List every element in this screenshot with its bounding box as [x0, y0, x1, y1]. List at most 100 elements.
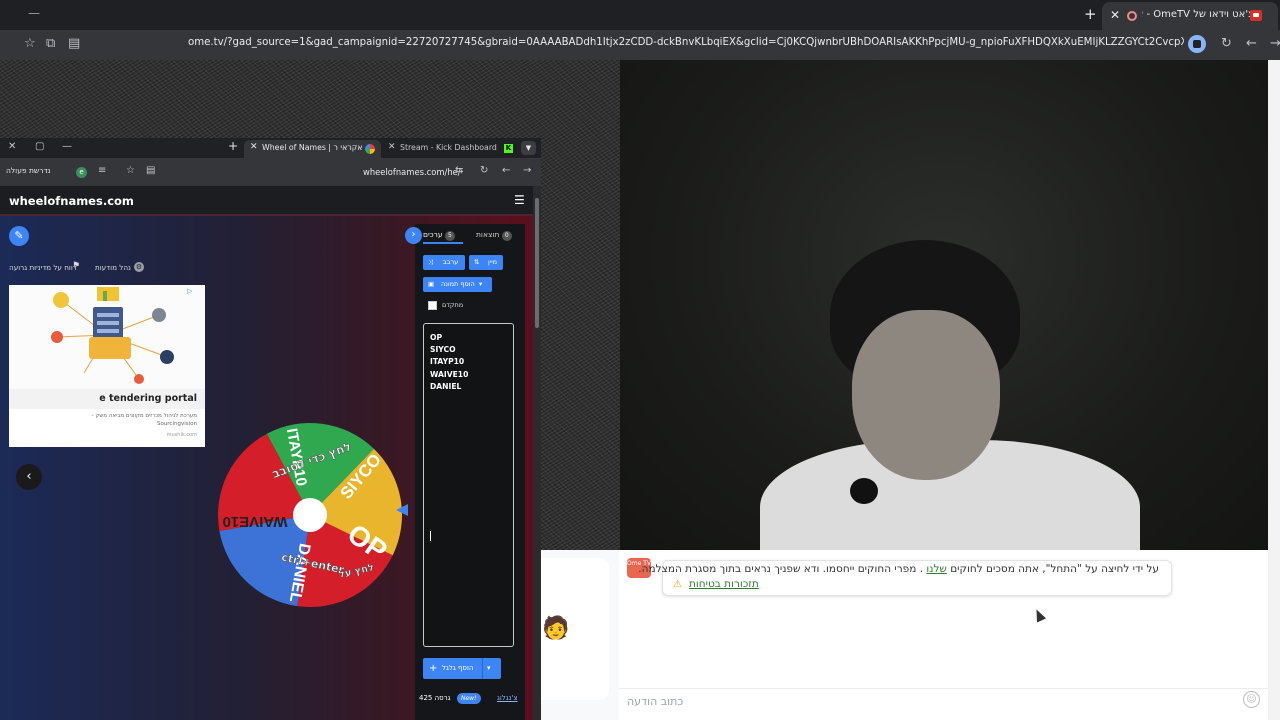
new-tab-icon[interactable]: + [228, 139, 238, 153]
wheel-center[interactable] [293, 498, 327, 532]
close-icon[interactable]: ✕ [388, 142, 396, 152]
edit-pencil-icon[interactable]: ✎ [9, 226, 29, 246]
new-badge: New! [457, 693, 481, 704]
emoji-icon[interactable]: ☺ [1243, 691, 1260, 708]
advanced-label: מתקדם [442, 301, 464, 309]
profile-avatar[interactable]: e [76, 167, 87, 178]
ad-banner[interactable]: ▷ e tendering portal מערכת לניהול מכרזים… [9, 285, 205, 447]
tab-title: Stream - Kick Dashboard [400, 143, 497, 152]
tab-wheel-of-names[interactable]: ✕ Wheel of Names | ‏שם אקראי ר [244, 140, 381, 158]
entry-line[interactable]: OP [430, 333, 442, 342]
sort-button[interactable]: ⇅ מיין [469, 255, 503, 270]
reading-list-icon[interactable]: ≡ [98, 165, 106, 176]
site-logo[interactable]: wheelofnames.com [9, 194, 134, 208]
message-input[interactable]: כתוב הודעה [627, 695, 683, 708]
tab-ometv[interactable]: ✕ צ'אט וידאו של OmeTV - אל [1102, 2, 1278, 30]
headset-mic-icon [850, 478, 878, 504]
screen: — + ✕ צ'אט וידאו של OmeTV - אל ☆ ⧉ ▤ ome… [0, 0, 1280, 720]
changelog-link[interactable]: צ'נגלוג [497, 694, 518, 702]
star-icon[interactable]: ☆ [24, 36, 36, 51]
address-bar[interactable]: ome.tv/?gad_source=1&gad_campaignid=2272… [188, 37, 1184, 53]
back-icon[interactable]: → [523, 165, 531, 176]
entry-line[interactable]: SIYCO [430, 345, 456, 354]
button-separator [482, 658, 483, 679]
entry-line[interactable]: DANIEL [430, 382, 461, 391]
ad-previous-icon[interactable]: ‹ [16, 464, 42, 490]
maximize-icon[interactable]: ▢ [35, 141, 44, 152]
close-window-icon[interactable]: ✕ [8, 141, 16, 152]
ad-source: Sourcingvision [156, 421, 197, 427]
adchoices-icon[interactable]: ▷ [187, 287, 192, 295]
ad-domain: mushik.com [166, 432, 197, 438]
user-emoji-icon: 🧑 [542, 616, 570, 641]
wheel-pointer-icon [396, 504, 408, 516]
ad-settings-icon[interactable]: ⚙ [134, 262, 144, 272]
results-count-badge: 0 [501, 231, 512, 241]
reload-icon[interactable]: ↻ [480, 165, 488, 176]
warning-icon: ⚠ [673, 579, 682, 590]
rules-link[interactable]: שלנו [926, 563, 946, 575]
recording-icon [1127, 11, 1137, 21]
page-scroll-strip [1268, 60, 1280, 720]
close-icon[interactable]: ✕ [250, 142, 258, 152]
needs-action-button[interactable]: נדרשת פעולה [6, 166, 51, 175]
tab-entries[interactable]: 5 ערכים [423, 230, 458, 241]
wheel-svg[interactable]: SIYCO ITAYP10 WAIVE10 DANIEL OP לחץ כדי … [217, 422, 403, 608]
manage-ads-link[interactable]: נהל מודעות [95, 263, 131, 272]
flag-icon[interactable]: ⚑ [72, 261, 80, 271]
chat-input-bar[interactable]: כתוב הודעה ☺ [619, 688, 1268, 720]
add-wheel-button[interactable]: + הוסף גלגל ▾ [423, 658, 501, 679]
text-caret [430, 531, 431, 541]
outer-toolbar: ☆ ⧉ ▤ ome.tv/?gad_source=1&gad_campaigni… [0, 30, 1280, 60]
hamburger-menu-icon[interactable]: ☰ [514, 193, 525, 207]
minimize-icon[interactable]: — [62, 141, 72, 152]
wheel[interactable]: SIYCO ITAYP10 WAIVE10 DANIEL OP לחץ כדי … [217, 422, 403, 608]
plus-icon: + [429, 663, 438, 674]
entry-line[interactable]: WAIVE10 [430, 370, 468, 379]
collapse-panel-icon[interactable]: › [405, 227, 422, 244]
webcam-person-face [852, 310, 1000, 480]
translate-icon[interactable]: ▤ [68, 36, 80, 51]
new-tab-icon[interactable]: + [1084, 5, 1097, 23]
tab-results[interactable]: 0 תוצאות [476, 230, 515, 241]
close-icon[interactable]: ✕ [1110, 8, 1120, 22]
site-header: wheelofnames.com ☰ [0, 186, 533, 216]
reading-list-icon[interactable]: ⧉ [46, 36, 55, 51]
report-bad-ad-link[interactable]: דווח על מדיניות גרועה [9, 263, 77, 272]
rules-notice: על ידי לחיצה על "התחל", אתה מסכים לחוקים… [638, 560, 1172, 596]
version-label: גרסה 425 [419, 694, 451, 702]
tab-kick-dashboard[interactable]: ✕ Stream - Kick Dashboard K [384, 140, 514, 158]
inner-browser-window: ✕ ▢ — + ✕ Wheel of Names | ‏שם אקראי ר ✕… [0, 138, 541, 720]
active-tab-indicator [423, 242, 463, 244]
star-icon[interactable]: ☆ [126, 165, 135, 176]
forward-icon[interactable]: ← [502, 165, 510, 176]
shuffle-icon: ⤨ [428, 258, 434, 266]
ad-description: מערכת לניהול מכרזים מקוונים מביאה משק - [91, 413, 197, 419]
notice-text: על ידי לחיצה על "התחל", אתה מסכים לחוקים… [638, 563, 1159, 575]
safety-tips-link[interactable]: תזכורות בטיחות [689, 578, 759, 590]
dropdown-icon[interactable]: ▾ [479, 277, 482, 292]
tab-search-icon[interactable]: ▼ [521, 141, 536, 155]
outer-tab-bar: — + ✕ צ'אט וידאו של OmeTV - אל [0, 0, 1280, 30]
image-icon: ▣ [428, 280, 435, 288]
add-image-button[interactable]: ▣ הוסף תמונה ▾ [423, 277, 492, 292]
entry-line[interactable]: ITAYP10 [430, 357, 464, 366]
entries-count-badge: 5 [444, 231, 455, 241]
scrollbar-thumb[interactable] [535, 198, 539, 328]
ad-title[interactable]: e tendering portal [9, 389, 205, 409]
screen-share-icon[interactable] [1188, 35, 1206, 53]
back-icon[interactable]: → [1270, 36, 1280, 51]
shuffle-button[interactable]: ⤨ ערבב [423, 255, 465, 270]
dropdown-icon[interactable]: ▾ [487, 658, 491, 679]
translate-icon[interactable]: ▤ [146, 165, 155, 176]
forward-icon[interactable]: ← [1246, 36, 1257, 51]
wheel-favicon-icon [365, 144, 375, 154]
minimize-icon[interactable]: — [28, 6, 40, 20]
advanced-checkbox[interactable] [428, 301, 437, 310]
reload-icon[interactable]: ↻ [1221, 36, 1232, 51]
tab-title: Wheel of Names | ‏שם אקראי ר [262, 143, 362, 152]
tab-title: צ'אט וידאו של OmeTV - אל [1142, 9, 1254, 20]
sort-icon: ⇅ [474, 258, 480, 266]
address-bar[interactable]: wheelofnames.com/he/ [363, 167, 461, 177]
site-settings-icon[interactable]: ⇆ [455, 165, 463, 176]
